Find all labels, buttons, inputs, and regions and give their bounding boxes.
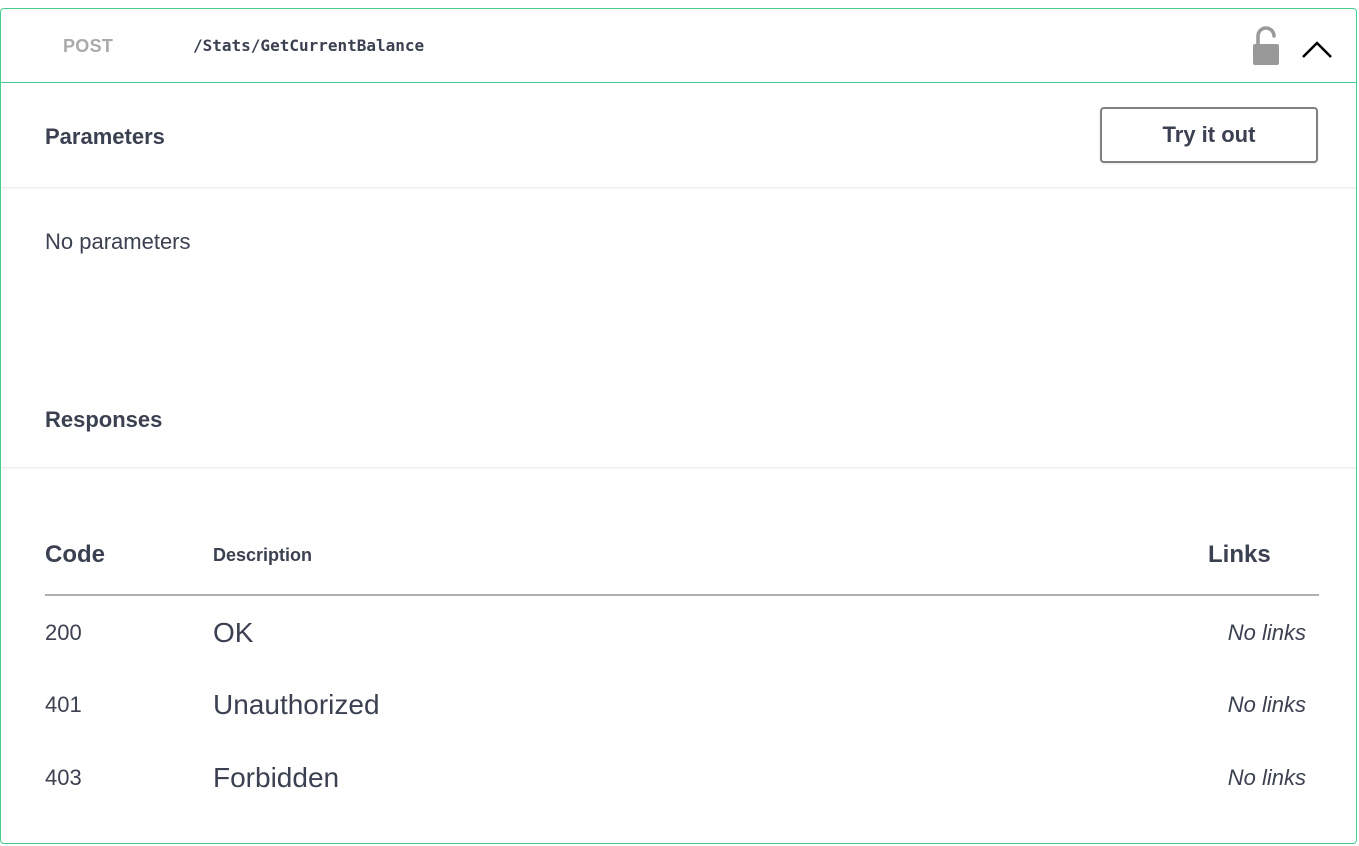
- table-row: 403 Forbidden No links: [45, 762, 1319, 837]
- response-description: OK: [213, 617, 254, 648]
- response-code: 401: [45, 692, 82, 717]
- response-links: No links: [1227, 692, 1306, 717]
- header-divider: [45, 594, 1319, 596]
- response-links: No links: [1227, 765, 1306, 790]
- collapse-button[interactable]: [1295, 27, 1339, 67]
- unlocked-padlock-icon: [1253, 26, 1279, 65]
- responses-title: Responses: [45, 407, 163, 432]
- no-parameters-text: No parameters: [45, 229, 191, 254]
- http-method-badge: POST: [63, 36, 114, 56]
- parameters-title: Parameters: [45, 124, 165, 149]
- table-row: 401 Unauthorized No links: [45, 689, 1319, 764]
- response-code: 200: [45, 620, 82, 645]
- responses-header: Responses: [1, 369, 1356, 467]
- response-description: Unauthorized: [213, 689, 380, 720]
- response-code: 403: [45, 765, 82, 790]
- authorization-button[interactable]: [1249, 25, 1283, 65]
- endpoint-path: /Stats/GetCurrentBalance: [193, 36, 425, 55]
- response-links: No links: [1227, 620, 1306, 645]
- endpoint-summary[interactable]: POST /Stats/GetCurrentBalance: [1, 9, 1356, 83]
- chevron-up-icon: [1302, 41, 1332, 58]
- endpoint-block: POST /Stats/GetCurrentBalance Parameters…: [0, 8, 1357, 844]
- response-description: Forbidden: [213, 762, 340, 793]
- table-row: 200 OK No links: [45, 617, 1319, 692]
- try-it-out-button[interactable]: Try it out: [1100, 107, 1318, 163]
- parameters-header: Parameters Try it out: [1, 83, 1356, 187]
- column-header-links: Links: [1208, 541, 1271, 568]
- column-header-description: Description: [213, 545, 313, 565]
- column-header-code: Code: [45, 541, 105, 568]
